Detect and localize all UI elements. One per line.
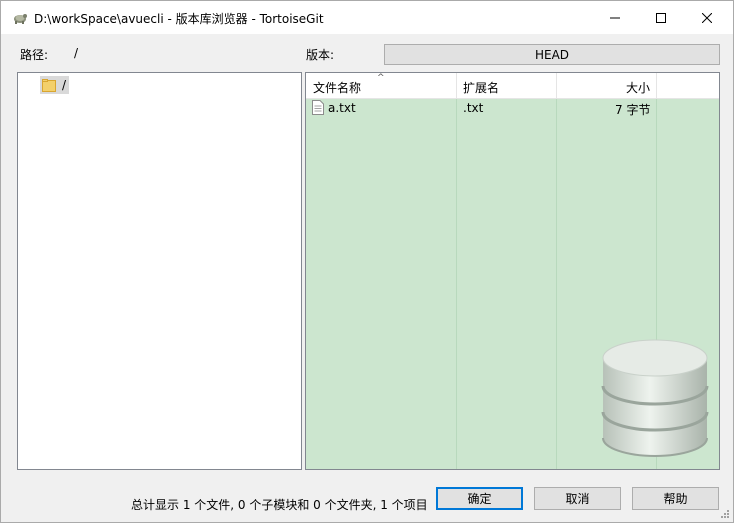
file-ext: .txt	[463, 101, 484, 115]
grid-line	[456, 99, 457, 469]
resize-grip-icon[interactable]	[720, 509, 730, 519]
repo-browser-window: D:\workSpace\avuecli - 版本库浏览器 - Tortoise…	[0, 0, 734, 523]
sort-ascending-icon: ^	[377, 73, 385, 83]
path-value: /	[74, 46, 79, 60]
close-icon	[702, 12, 712, 23]
minimize-icon	[610, 17, 620, 18]
folder-tree[interactable]: /	[17, 72, 302, 470]
version-label: 版本:	[306, 48, 335, 62]
tree-item-root[interactable]: /	[40, 76, 70, 94]
file-size: 7 字节	[615, 103, 651, 117]
version-button[interactable]: HEAD	[384, 44, 720, 65]
path-label: 路径:	[20, 48, 49, 62]
grid-line	[556, 99, 557, 469]
column-header-name[interactable]: 文件名称	[313, 79, 361, 96]
window-title: D:\workSpace\avuecli - 版本库浏览器 - Tortoise…	[34, 12, 324, 26]
cancel-button[interactable]: 取消	[534, 487, 621, 510]
help-button[interactable]: 帮助	[632, 487, 719, 510]
summary-text: 总计显示 1 个文件, 0 个子模块和 0 个文件夹, 1 个项目	[131, 498, 428, 512]
list-header: ^ 文件名称 扩展名 大小	[306, 73, 719, 99]
maximize-icon	[656, 12, 666, 23]
title-bar[interactable]: D:\workSpace\avuecli - 版本库浏览器 - Tortoise…	[1, 1, 733, 34]
tree-item-label: /	[62, 78, 67, 92]
column-divider[interactable]	[656, 73, 657, 99]
minimize-button[interactable]	[592, 1, 638, 34]
file-list[interactable]: ^ 文件名称 扩展名 大小 a.txt .txt 7 字节	[305, 72, 720, 470]
text-file-icon	[312, 100, 324, 115]
folder-icon	[42, 78, 56, 92]
tortoisegit-icon	[14, 14, 27, 24]
close-button[interactable]	[684, 1, 730, 34]
column-divider[interactable]	[556, 73, 557, 99]
maximize-button[interactable]	[638, 1, 684, 34]
database-icon	[601, 339, 709, 457]
column-header-size[interactable]: 大小	[626, 79, 650, 96]
column-header-ext[interactable]: 扩展名	[463, 79, 499, 96]
file-name: a.txt	[328, 101, 356, 115]
column-divider[interactable]	[456, 73, 457, 99]
ok-button[interactable]: 确定	[436, 487, 523, 510]
file-row[interactable]: a.txt .txt 7 字节	[306, 99, 719, 119]
